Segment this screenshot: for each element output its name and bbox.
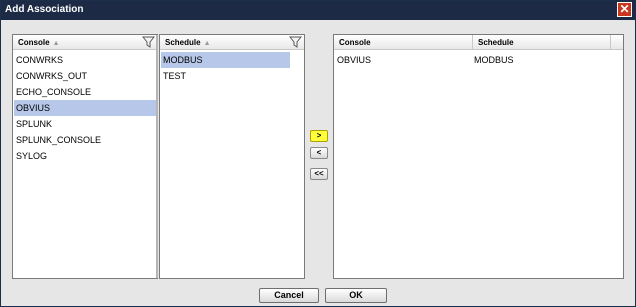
ok-button[interactable]: OK [325,288,387,303]
table-cell-console: OBVIUS [337,55,372,65]
list-item[interactable]: CONWRKS_OUT [14,68,156,84]
schedule-list-panel: Schedule ▲ MODBUS TEST [159,34,305,279]
dialog-titlebar[interactable]: Add Association ✕ [1,1,635,20]
column-header-schedule[interactable]: Schedule [478,38,514,47]
close-button[interactable]: ✕ [617,2,632,17]
list-item[interactable]: CONWRKS [14,52,156,68]
sort-up-icon[interactable]: ▲ [53,40,60,47]
table-cell-schedule: MODBUS [474,55,514,65]
console-list-panel: Console ▲ CONWRKS CONWRKS_OUT ECHO_CONSOLE O… [12,34,158,279]
dialog-title: Add Association [5,4,84,15]
close-icon: ✕ [619,2,630,16]
association-table: Console Schedule OBVIUS MODBUS [333,34,624,279]
column-divider[interactable] [610,35,611,50]
list-item[interactable]: ECHO_CONSOLE [14,84,156,100]
list-item[interactable]: MODBUS [161,52,290,68]
table-row[interactable]: OBVIUS MODBUS [335,52,622,68]
association-table-header: Console Schedule [334,35,623,50]
column-header-console[interactable]: Console [339,38,371,47]
schedule-list: MODBUS TEST [161,52,290,84]
list-item[interactable]: SPLUNK_CONSOLE [14,132,156,148]
cancel-button-label: Cancel [274,290,304,300]
console-header-label: Console [18,38,50,47]
list-item[interactable]: TEST [161,68,290,84]
sort-up-icon[interactable]: ▲ [204,40,211,47]
add-association-button[interactable]: > [310,130,328,142]
remove-button-label: < [316,148,322,157]
cancel-button[interactable]: Cancel [259,288,319,303]
remove-all-associations-button[interactable]: << [310,168,328,180]
schedule-list-header[interactable]: Schedule ▲ [160,35,304,50]
schedule-header-label: Schedule [165,38,201,47]
console-list: CONWRKS CONWRKS_OUT ECHO_CONSOLE OBVIUS SPLU… [14,52,156,164]
console-panel-resize-edge[interactable] [156,35,158,278]
list-item[interactable]: OBVIUS [14,100,156,116]
add-button-label: > [316,131,322,140]
filter-icon[interactable] [142,36,155,48]
ok-button-label: OK [349,290,363,300]
column-divider[interactable] [472,35,473,50]
list-item[interactable]: SYLOG [14,148,156,164]
list-item[interactable]: SPLUNK [14,116,156,132]
remove-all-button-label: << [314,169,324,178]
console-list-header[interactable]: Console ▲ [13,35,157,50]
filter-icon[interactable] [289,36,302,48]
remove-association-button[interactable]: < [310,147,328,159]
add-association-dialog: Add Association ✕ Console ▲ CONWRKS CONWRK… [0,0,636,307]
association-rows: OBVIUS MODBUS [335,52,622,68]
